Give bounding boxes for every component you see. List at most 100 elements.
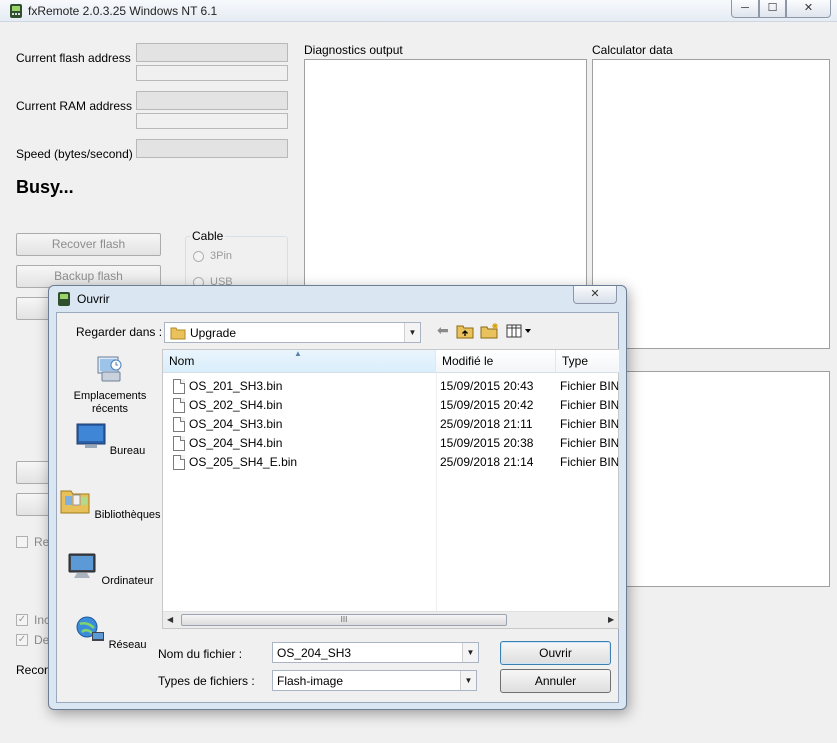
filename-value: OS_204_SH3 (277, 646, 352, 660)
dialog-body: Regarder dans : Upgrade ▼ ⬅ Emplacements… (56, 312, 619, 703)
file-type: Fichier BIN (560, 436, 618, 450)
calculator-title: Calculator data (592, 43, 673, 57)
scroll-left-icon[interactable]: ◀ (167, 615, 173, 624)
look-in-combo[interactable]: Upgrade ▼ (164, 322, 421, 343)
cancel-button[interactable]: Annuler (500, 669, 611, 693)
file-icon (173, 436, 185, 451)
filename-input[interactable]: OS_204_SH3 ▼ (272, 642, 479, 663)
file-row[interactable]: OS_204_SH3.bin 25/09/2018 21:11 Fichier … (163, 415, 618, 434)
recover-flash-button[interactable]: Recover flash (16, 233, 161, 256)
folder-icon (170, 327, 186, 340)
lower-panel[interactable] (626, 371, 830, 587)
file-row[interactable]: OS_205_SH4_E.bin 25/09/2018 21:14 Fichie… (163, 453, 618, 472)
minimize-button[interactable]: ─ (731, 0, 759, 18)
column-modified-label: Modifié le (442, 354, 494, 368)
open-dialog: Ouvrir ✕ Regarder dans : Upgrade ▼ ⬅ Emp… (48, 285, 627, 710)
title-bar[interactable]: fxRemote 2.0.3.25 Windows NT 6.1 ─ ☐ ✕ (0, 0, 837, 22)
calculator-data[interactable] (592, 59, 830, 349)
network-icon (76, 616, 104, 641)
places-bar: Emplacements récents Bureau Bibliothèque… (57, 313, 163, 704)
scroll-thumb[interactable]: III (181, 614, 507, 626)
place-computer[interactable]: Ordinateur (57, 551, 163, 588)
dialog-close-button[interactable]: ✕ (573, 286, 617, 304)
app-icon (58, 292, 70, 306)
filetype-select[interactable]: Flash-image ▼ (272, 670, 477, 691)
place-libraries[interactable]: Bibliothèques (57, 485, 163, 522)
cable-3pin-radio[interactable] (193, 251, 204, 262)
recon-label: Recon (16, 663, 51, 677)
new-folder-icon[interactable] (480, 322, 500, 339)
column-name-label: Nom (169, 354, 195, 368)
file-type: Fichier BIN (560, 417, 618, 431)
file-icon (173, 455, 185, 470)
flash-address-field (136, 43, 288, 62)
file-modified: 15/09/2015 20:42 (440, 398, 534, 412)
flash-address-progress (136, 65, 288, 81)
cable-3pin-label: 3Pin (210, 250, 233, 262)
inc-checkbox[interactable]: ✓ (16, 614, 28, 626)
file-modified: 15/09/2015 20:43 (440, 379, 534, 393)
ram-address-progress (136, 113, 288, 129)
place-libraries-label: Bibliothèques (94, 509, 161, 521)
file-name: OS_204_SH4.bin (189, 436, 283, 450)
filetype-label: Types de fichiers : (158, 674, 255, 688)
back-arrow-icon[interactable]: ⬅ (437, 322, 449, 339)
file-modified: 15/09/2015 20:38 (440, 436, 534, 450)
column-type-label: Type (562, 354, 589, 368)
ram-address-field (136, 91, 288, 110)
file-list[interactable]: Nom ▲ Modifié le Type OS_201_SH3.bin 15/… (162, 349, 619, 629)
place-desktop[interactable]: Bureau (57, 421, 163, 458)
file-name: OS_202_SH4.bin (189, 398, 283, 412)
file-icon (173, 398, 185, 413)
filetype-value: Flash-image (277, 674, 344, 688)
sort-ascending-icon: ▲ (294, 349, 302, 358)
cable-group-label: Cable (190, 229, 226, 243)
file-icon (173, 379, 185, 394)
file-name: OS_201_SH3.bin (189, 379, 283, 393)
flash-address-label: Current flash address (16, 51, 131, 65)
horizontal-scrollbar[interactable]: ◀ III ▶ (163, 611, 618, 628)
filename-label: Nom du fichier : (158, 647, 243, 661)
close-button[interactable]: ✕ (786, 0, 831, 18)
up-folder-icon[interactable] (456, 323, 474, 339)
chevron-down-icon[interactable]: ▼ (462, 643, 478, 662)
dialog-title: Ouvrir (77, 292, 110, 306)
column-header-modified[interactable]: Modifié le (436, 350, 556, 373)
open-button[interactable]: Ouvrir (500, 641, 611, 665)
desktop-icon (76, 423, 106, 448)
place-recent-label: Emplacements récents (73, 390, 147, 415)
file-type: Fichier BIN (560, 455, 618, 469)
libraries-icon (60, 490, 90, 514)
place-desktop-label: Bureau (109, 445, 146, 457)
chevron-down-icon[interactable]: ▼ (460, 671, 476, 690)
chevron-down-icon[interactable]: ▼ (404, 323, 420, 342)
maximize-button[interactable]: ☐ (759, 0, 786, 18)
place-computer-label: Ordinateur (101, 575, 154, 587)
de-checkbox[interactable]: ✓ (16, 634, 28, 646)
re-checkbox[interactable] (16, 536, 28, 548)
file-name: OS_205_SH4_E.bin (189, 455, 298, 469)
speed-label: Speed (bytes/second) (16, 147, 133, 161)
scroll-right-icon[interactable]: ▶ (608, 615, 614, 624)
file-row[interactable]: OS_204_SH4.bin 15/09/2015 20:38 Fichier … (163, 434, 618, 453)
file-name: OS_204_SH3.bin (189, 417, 283, 431)
view-menu-icon[interactable] (506, 324, 532, 338)
file-row[interactable]: OS_202_SH4.bin 15/09/2015 20:42 Fichier … (163, 396, 618, 415)
file-modified: 25/09/2018 21:14 (440, 455, 534, 469)
file-modified: 25/09/2018 21:11 (440, 417, 533, 431)
look-in-value: Upgrade (190, 326, 237, 340)
window-title: fxRemote 2.0.3.25 Windows NT 6.1 (28, 4, 218, 18)
status-text: Busy... (16, 177, 74, 197)
ram-address-label: Current RAM address (16, 99, 133, 113)
app-icon (10, 4, 22, 18)
diagnostics-output[interactable] (304, 59, 587, 291)
diagnostics-title: Diagnostics output (304, 43, 403, 57)
file-type: Fichier BIN (560, 379, 618, 393)
place-network[interactable]: Réseau (57, 615, 163, 652)
file-row[interactable]: OS_201_SH3.bin 15/09/2015 20:43 Fichier … (163, 377, 618, 396)
file-icon (173, 417, 185, 432)
column-header-name[interactable]: Nom ▲ (163, 349, 436, 373)
column-header-type[interactable]: Type (556, 350, 619, 373)
place-recent[interactable]: Emplacements récents (57, 353, 163, 416)
computer-icon (68, 553, 96, 578)
